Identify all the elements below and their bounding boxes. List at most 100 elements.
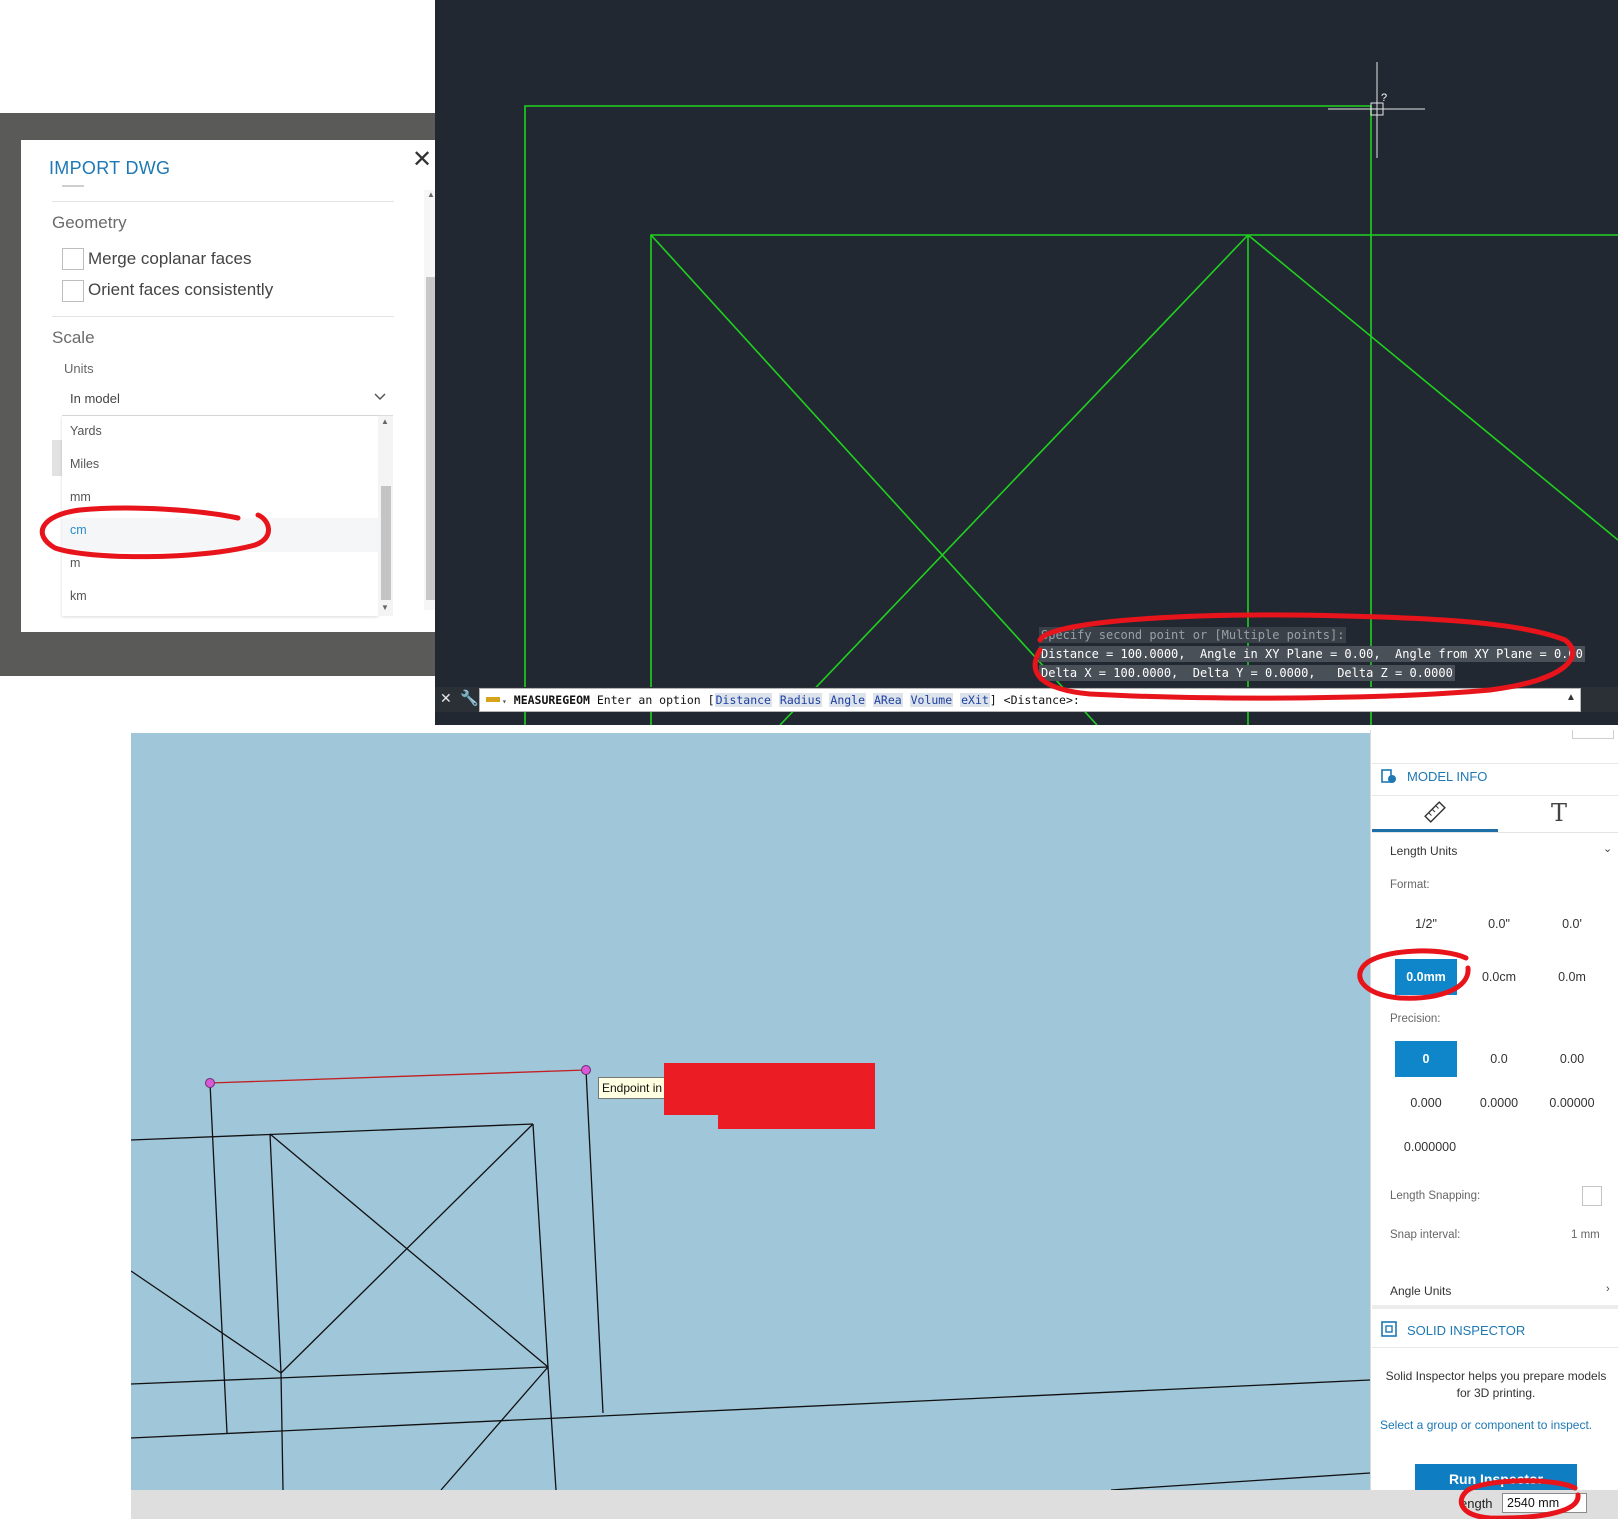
obscured-button [52,440,62,476]
precision-1[interactable]: 0.0 [1468,1041,1530,1077]
wrench-icon[interactable]: 🔧 [460,689,479,707]
format-decimal-feet[interactable]: 0.0' [1541,906,1603,942]
option-angle[interactable]: Angle [829,693,867,707]
scroll-down-arrow-icon[interactable]: ▼ [381,603,389,612]
model-info-title[interactable]: MODEL INFO [1407,769,1487,784]
units-option-yards[interactable]: Yards [70,424,102,438]
format-decimal-inch[interactable]: 0.0" [1468,906,1530,942]
model-edge [131,1123,534,1141]
model-edge [131,1379,1370,1439]
solid-inspector-title[interactable]: SOLID INSPECTOR [1407,1323,1525,1338]
option-area[interactable]: ARea [872,693,903,707]
endpoint-marker [581,1065,591,1075]
tray-edge [1572,730,1614,739]
text-tab-icon[interactable]: T [1551,799,1567,827]
orient-faces-label: Orient faces consistently [88,280,274,299]
ruler-icon[interactable] [1423,800,1447,829]
precision-2[interactable]: 0.00 [1541,1041,1603,1077]
merge-coplanar-checkbox[interactable] [62,248,84,270]
model-edge [440,1366,549,1490]
option-radius[interactable]: Radius [778,693,823,707]
command-default: <Distance>: [1003,693,1080,707]
measure-distance-result: Distance = 100.0000, Angle in XY Plane =… [1039,646,1585,662]
status-bar [131,1490,1618,1519]
expand-history-icon[interactable]: ▲ [1566,692,1576,703]
solid-inspector-hint: Select a group or component to inspect. [1380,1418,1593,1432]
format-fractional-inch[interactable]: 1/2" [1395,906,1457,942]
command-line-input[interactable]: ▾ MEASUREGEOM Enter an option [Distance … [479,688,1581,712]
redaction-block [664,1063,724,1115]
highlighted-option-background [62,518,378,552]
measurements-label: ength [1460,1496,1493,1511]
cad-viewport[interactable]: ? [435,0,1618,725]
format-mm[interactable]: 0.0mm [1395,959,1457,995]
divider [1372,1347,1618,1348]
model-edge [131,1366,549,1385]
divider [1372,763,1618,764]
option-volume[interactable]: Volume [909,693,954,707]
measure-delta-result: Delta X = 100.0000, Delta Y = 0.0000, De… [1039,665,1455,681]
measured-edge [209,1069,587,1084]
geometry-heading: Geometry [52,213,127,232]
option-exit[interactable]: eXit [960,693,990,707]
format-label: Format: [1390,879,1430,891]
cad-drawing: ? [524,62,1618,725]
section-divider [1372,1305,1618,1309]
solid-inspector-description: Solid Inspector helps you prepare models… [1385,1369,1607,1400]
measurements-field[interactable]: 2540 mm [1502,1493,1587,1513]
precision-6[interactable]: 0.000000 [1399,1129,1461,1165]
precision-5[interactable]: 0.00000 [1541,1085,1603,1121]
chevron-down-icon[interactable]: ⌄ [1603,842,1612,855]
orient-faces-checkbox[interactable] [62,280,84,302]
merge-coplanar-label: Merge coplanar faces [88,249,252,268]
model-edge [131,1270,282,1374]
precision-0[interactable]: 0 [1395,1041,1457,1077]
divider [52,201,394,202]
ruler-icon [486,697,500,702]
cad-diagonal [650,234,1098,725]
command-history-prompt: Specify second point or [Multiple points… [1039,627,1347,643]
length-snapping-checkbox[interactable] [1582,1186,1602,1206]
units-option-km[interactable]: km [70,589,87,603]
units-label: Units [64,361,94,376]
chevron-right-icon[interactable]: › [1606,1283,1610,1295]
scroll-up-arrow-icon[interactable]: ▲ [381,417,389,426]
option-distance[interactable]: Distance [714,693,772,707]
divider [52,316,394,317]
precision-3[interactable]: 0.000 [1395,1085,1457,1121]
model-edge [547,1366,557,1490]
length-snapping-label: Length Snapping: [1390,1190,1481,1202]
snap-interval-value[interactable]: 1 mm [1571,1229,1600,1241]
format-cm[interactable]: 0.0cm [1468,959,1530,995]
dropdown-scroll-thumb[interactable] [381,486,391,600]
scale-heading: Scale [52,328,95,347]
command-name: MEASUREGEOM [513,693,590,707]
units-option-miles[interactable]: Miles [70,457,99,471]
snap-interval-label: Snap interval: [1390,1229,1461,1241]
divider [1372,795,1618,796]
units-option-cm[interactable]: cm [70,523,87,537]
dropdown-arrow-icon[interactable]: ▾ [502,697,507,706]
precision-label: Precision: [1390,1013,1441,1025]
scroll-up-arrow-icon[interactable]: ▲ [427,190,435,199]
precision-4[interactable]: 0.0000 [1468,1085,1530,1121]
close-icon[interactable]: ✕ [440,690,452,707]
cad-diagonal [1247,234,1618,541]
command-prompt-text: Enter an option [596,693,701,707]
angle-units-heading[interactable]: Angle Units [1390,1284,1451,1298]
solid-inspector-icon [1380,1320,1398,1343]
length-units-heading[interactable]: Length Units [1390,844,1457,858]
units-dropdown-list [62,416,378,616]
model-edge [280,1123,534,1374]
close-icon[interactable]: ✕ [412,148,432,172]
chevron-down-icon[interactable] [373,390,387,405]
endpoint-marker [205,1078,215,1088]
redaction-block [718,1063,875,1129]
units-option-m[interactable]: m [70,556,80,570]
model-edge [585,1069,604,1414]
model-edge [269,1133,549,1368]
model-edge [269,1133,282,1374]
units-option-mm[interactable]: mm [70,490,91,504]
format-m[interactable]: 0.0m [1541,959,1603,995]
units-select-value: In model [70,391,120,406]
